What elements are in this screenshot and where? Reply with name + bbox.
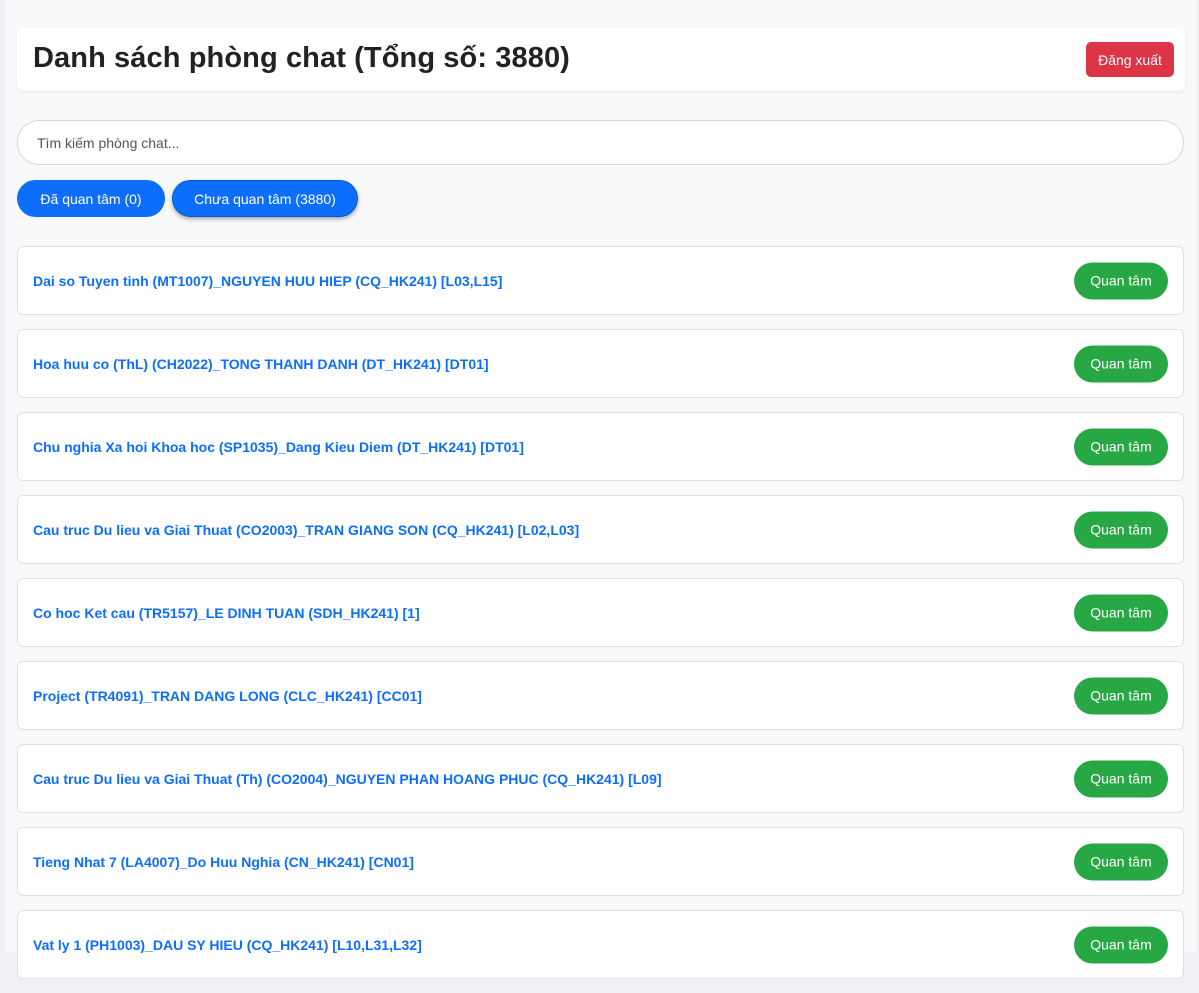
room-link[interactable]: Tieng Nhat 7 (LA4007)_Do Huu Nghia (CN_H…	[33, 854, 414, 870]
follow-button[interactable]: Quan tâm	[1074, 843, 1168, 880]
follow-button[interactable]: Quan tâm	[1074, 926, 1168, 963]
page-header: Danh sách phòng chat (Tổng số: 3880) Đăn…	[17, 28, 1185, 91]
logout-button[interactable]: Đăng xuất	[1086, 42, 1174, 77]
room-item: Dai so Tuyen tinh (MT1007)_NGUYEN HUU HI…	[17, 246, 1184, 315]
room-item: Chu nghia Xa hoi Khoa hoc (SP1035)_Dang …	[17, 412, 1184, 481]
room-item: Cau truc Du lieu va Giai Thuat (CO2003)_…	[17, 495, 1184, 564]
room-link[interactable]: Dai so Tuyen tinh (MT1007)_NGUYEN HUU HI…	[33, 273, 502, 289]
follow-button[interactable]: Quan tâm	[1074, 511, 1168, 548]
room-link[interactable]: Chu nghia Xa hoi Khoa hoc (SP1035)_Dang …	[33, 439, 524, 455]
room-item: Tieng Nhat 7 (LA4007)_Do Huu Nghia (CN_H…	[17, 827, 1184, 896]
room-link[interactable]: Vat ly 1 (PH1003)_DAU SY HIEU (CQ_HK241)…	[33, 937, 422, 953]
room-item: Hoa huu co (ThL) (CH2022)_TONG THANH DAN…	[17, 329, 1184, 398]
room-link[interactable]: Co hoc Ket cau (TR5157)_LE DINH TUAN (SD…	[33, 605, 420, 621]
follow-button[interactable]: Quan tâm	[1074, 677, 1168, 714]
search-input[interactable]	[17, 120, 1184, 165]
page: Danh sách phòng chat (Tổng số: 3880) Đăn…	[5, 0, 1197, 979]
room-list: Dai so Tuyen tinh (MT1007)_NGUYEN HUU HI…	[17, 246, 1184, 993]
follow-button[interactable]: Quan tâm	[1074, 262, 1168, 299]
follow-button[interactable]: Quan tâm	[1074, 428, 1168, 465]
room-link[interactable]: Cau truc Du lieu va Giai Thuat (Th) (CO2…	[33, 771, 662, 787]
room-item: Cau truc Du lieu va Giai Thuat (Th) (CO2…	[17, 744, 1184, 813]
room-item: Project (TR4091)_TRAN DANG LONG (CLC_HK2…	[17, 661, 1184, 730]
follow-button[interactable]: Quan tâm	[1074, 594, 1168, 631]
tab-not-following[interactable]: Chưa quan tâm (3880)	[172, 180, 358, 217]
follow-button[interactable]: Quan tâm	[1074, 345, 1168, 382]
room-item: Vat ly 1 (PH1003)_DAU SY HIEU (CQ_HK241)…	[17, 910, 1184, 979]
room-item: Co hoc Ket cau (TR5157)_LE DINH TUAN (SD…	[17, 578, 1184, 647]
tab-following[interactable]: Đã quan tâm (0)	[17, 180, 165, 217]
room-link[interactable]: Cau truc Du lieu va Giai Thuat (CO2003)_…	[33, 522, 579, 538]
room-link[interactable]: Hoa huu co (ThL) (CH2022)_TONG THANH DAN…	[33, 356, 489, 372]
follow-button[interactable]: Quan tâm	[1074, 760, 1168, 797]
room-link[interactable]: Project (TR4091)_TRAN DANG LONG (CLC_HK2…	[33, 688, 422, 704]
page-title: Danh sách phòng chat (Tổng số: 3880)	[33, 42, 570, 74]
